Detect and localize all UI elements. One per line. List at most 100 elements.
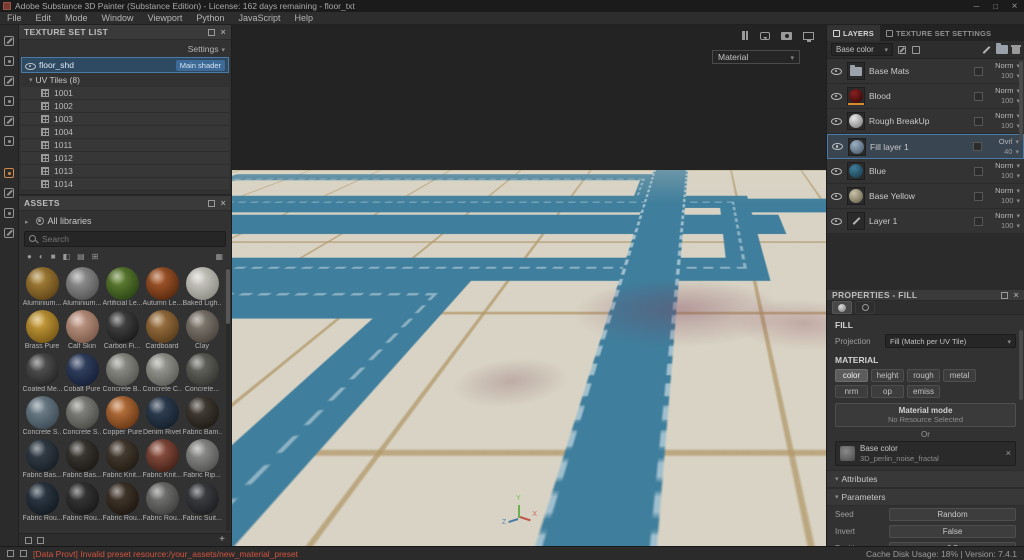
asset-info-icon[interactable] bbox=[25, 537, 32, 544]
search-input[interactable] bbox=[42, 234, 221, 244]
layer-mask-toggle[interactable] bbox=[974, 217, 983, 226]
asset-item[interactable]: Concrete S... bbox=[62, 396, 102, 436]
close-button[interactable] bbox=[1005, 0, 1024, 12]
asset-item[interactable]: Aluminium... bbox=[62, 267, 102, 307]
visibility-eye-icon[interactable] bbox=[831, 216, 843, 227]
screenshot-camera-icon[interactable] bbox=[781, 32, 792, 40]
uv-tile-row-1013[interactable]: 1013 bbox=[21, 165, 229, 178]
tab-texture-set-settings[interactable]: TEXTURE SET SETTINGS bbox=[880, 25, 997, 41]
eraser-tool-icon[interactable] bbox=[3, 55, 15, 67]
undock-panel-icon[interactable] bbox=[1001, 292, 1008, 299]
menu-javascript[interactable]: JavaScript bbox=[231, 13, 287, 23]
paint-tool-icon[interactable] bbox=[3, 35, 15, 47]
channel-button-color[interactable]: color bbox=[835, 369, 868, 382]
asset-item[interactable]: Denim Rivet bbox=[142, 396, 182, 436]
pause-engine-icon[interactable] bbox=[741, 31, 749, 40]
tab-layers[interactable]: LAYERS bbox=[827, 25, 880, 41]
menu-viewport[interactable]: Viewport bbox=[141, 13, 190, 23]
asset-item[interactable]: Concrete C... bbox=[142, 353, 182, 393]
camera-settings-icon[interactable] bbox=[3, 207, 15, 219]
import-resources-button[interactable] bbox=[219, 535, 225, 545]
asset-item[interactable]: Clay bbox=[182, 310, 222, 350]
asset-item[interactable]: Coated Me... bbox=[22, 353, 62, 393]
close-panel-icon[interactable] bbox=[220, 199, 226, 208]
asset-item[interactable]: Brass Pure bbox=[22, 310, 62, 350]
asset-item[interactable]: Fabric Rou... bbox=[102, 482, 142, 522]
channel-button-nrm[interactable]: nrm bbox=[835, 385, 868, 398]
uv-tile-row-1003[interactable]: 1003 bbox=[21, 113, 229, 126]
asset-item[interactable]: Cobalt Pure bbox=[62, 353, 102, 393]
asset-item[interactable]: Artificial Le... bbox=[102, 267, 142, 307]
navigation-gizmo[interactable]: Y X Z bbox=[504, 497, 534, 527]
mask-properties-tab[interactable] bbox=[855, 301, 875, 314]
clone-tool-icon[interactable] bbox=[3, 135, 15, 147]
filter-materials-icon[interactable]: ● bbox=[27, 253, 32, 261]
blend-mode-dropdown[interactable]: Norm bbox=[995, 62, 1020, 70]
display-settings-icon[interactable] bbox=[3, 187, 15, 199]
assets-scrollbar[interactable] bbox=[226, 267, 230, 531]
opacity-dropdown[interactable]: 40 bbox=[1004, 148, 1019, 156]
blend-mode-dropdown[interactable]: Norm bbox=[995, 112, 1020, 120]
console-icon[interactable] bbox=[20, 550, 27, 557]
asset-item[interactable]: Fabric Rou... bbox=[62, 482, 102, 522]
library-filter-row[interactable]: All libraries bbox=[19, 211, 231, 230]
asset-item[interactable]: Aluminium... bbox=[22, 267, 62, 307]
blend-mode-dropdown[interactable]: Norm bbox=[995, 87, 1020, 95]
asset-item[interactable]: Baked Ligh... bbox=[182, 267, 222, 307]
filter-smart-materials-icon[interactable]: ◐ bbox=[39, 253, 44, 261]
uv-tiles-group-header[interactable]: UV Tiles (8) bbox=[19, 73, 231, 87]
asset-list-icon[interactable] bbox=[37, 537, 44, 544]
menu-help[interactable]: Help bbox=[287, 13, 320, 23]
material-properties-tab[interactable] bbox=[832, 301, 852, 314]
layer-row-rough-breakup[interactable]: Rough BreakUpNorm100 bbox=[827, 109, 1024, 134]
layer-row-layer-1[interactable]: Layer 1Norm100 bbox=[827, 209, 1024, 234]
asset-item[interactable]: Fabric Bas... bbox=[22, 439, 62, 479]
parameter-value-invert[interactable]: False bbox=[889, 525, 1016, 538]
layer-mask-toggle[interactable] bbox=[974, 67, 983, 76]
uv-tile-row-1002[interactable]: 1002 bbox=[21, 100, 229, 113]
visibility-eye-icon[interactable] bbox=[831, 116, 843, 127]
layer-mask-toggle[interactable] bbox=[973, 142, 982, 151]
parameters-section-header[interactable]: Parameters bbox=[827, 488, 1024, 506]
asset-item[interactable]: Fabric Knit... bbox=[102, 439, 142, 479]
polygon-fill-tool-icon[interactable] bbox=[3, 95, 15, 107]
asset-item[interactable]: Fabric Suit... bbox=[182, 482, 222, 522]
layer-row-blue[interactable]: BlueNorm100 bbox=[827, 159, 1024, 184]
asset-item[interactable]: Carbon Fi... bbox=[102, 310, 142, 350]
uv-tile-row-1014[interactable]: 1014 bbox=[21, 178, 229, 191]
close-panel-icon[interactable] bbox=[1013, 291, 1019, 300]
smudge-tool-icon[interactable] bbox=[3, 115, 15, 127]
uv-tile-row-1012[interactable]: 1012 bbox=[21, 152, 229, 165]
menu-window[interactable]: Window bbox=[95, 13, 141, 23]
expand-libraries-icon[interactable] bbox=[25, 216, 32, 226]
parameter-value-seed[interactable]: Random bbox=[889, 508, 1016, 521]
channel-button-rough[interactable]: rough bbox=[907, 369, 940, 382]
layer-mask-toggle[interactable] bbox=[974, 117, 983, 126]
asset-item[interactable]: Autumn Le... bbox=[142, 267, 182, 307]
attributes-section-header[interactable]: Attributes bbox=[827, 470, 1024, 488]
add-folder-icon[interactable] bbox=[996, 45, 1008, 54]
asset-item[interactable]: Fabric Bam... bbox=[182, 396, 222, 436]
maximize-button[interactable] bbox=[986, 0, 1005, 12]
base-color-resource-slot[interactable]: Base color 3D_perlin_noise_fractal bbox=[835, 441, 1016, 466]
layer-row-blood[interactable]: BloodNorm100 bbox=[827, 84, 1024, 109]
channel-button-op[interactable]: op bbox=[871, 385, 904, 398]
opacity-dropdown[interactable]: 100 bbox=[1001, 197, 1020, 205]
asset-item[interactable]: Fabric Rou... bbox=[142, 482, 182, 522]
filter-alphas-icon[interactable]: ⊞ bbox=[92, 253, 99, 261]
undock-panel-icon[interactable] bbox=[208, 29, 215, 36]
layer-mask-toggle[interactable] bbox=[974, 92, 983, 101]
log-icon[interactable] bbox=[7, 550, 14, 557]
uv-tile-row-1004[interactable]: 1004 bbox=[21, 126, 229, 139]
texture-set-row-floor-shd[interactable]: floor_shd Main shader bbox=[21, 57, 229, 73]
visibility-eye-icon[interactable] bbox=[831, 91, 843, 102]
layer-mask-toggle[interactable] bbox=[974, 192, 983, 201]
visibility-eye-icon[interactable] bbox=[25, 61, 35, 70]
add-paint-layer-icon[interactable] bbox=[980, 44, 992, 56]
uv-tile-row-1001[interactable]: 1001 bbox=[21, 87, 229, 100]
channel-filter-dropdown[interactable]: Base color bbox=[831, 43, 893, 56]
asset-search[interactable] bbox=[24, 231, 226, 247]
viewport-3d[interactable]: Material Y X Z bbox=[232, 25, 826, 546]
asset-item[interactable]: Fabric Rou... bbox=[22, 482, 62, 522]
projection-dropdown[interactable]: Fill (Match per UV Tile) bbox=[885, 334, 1016, 348]
